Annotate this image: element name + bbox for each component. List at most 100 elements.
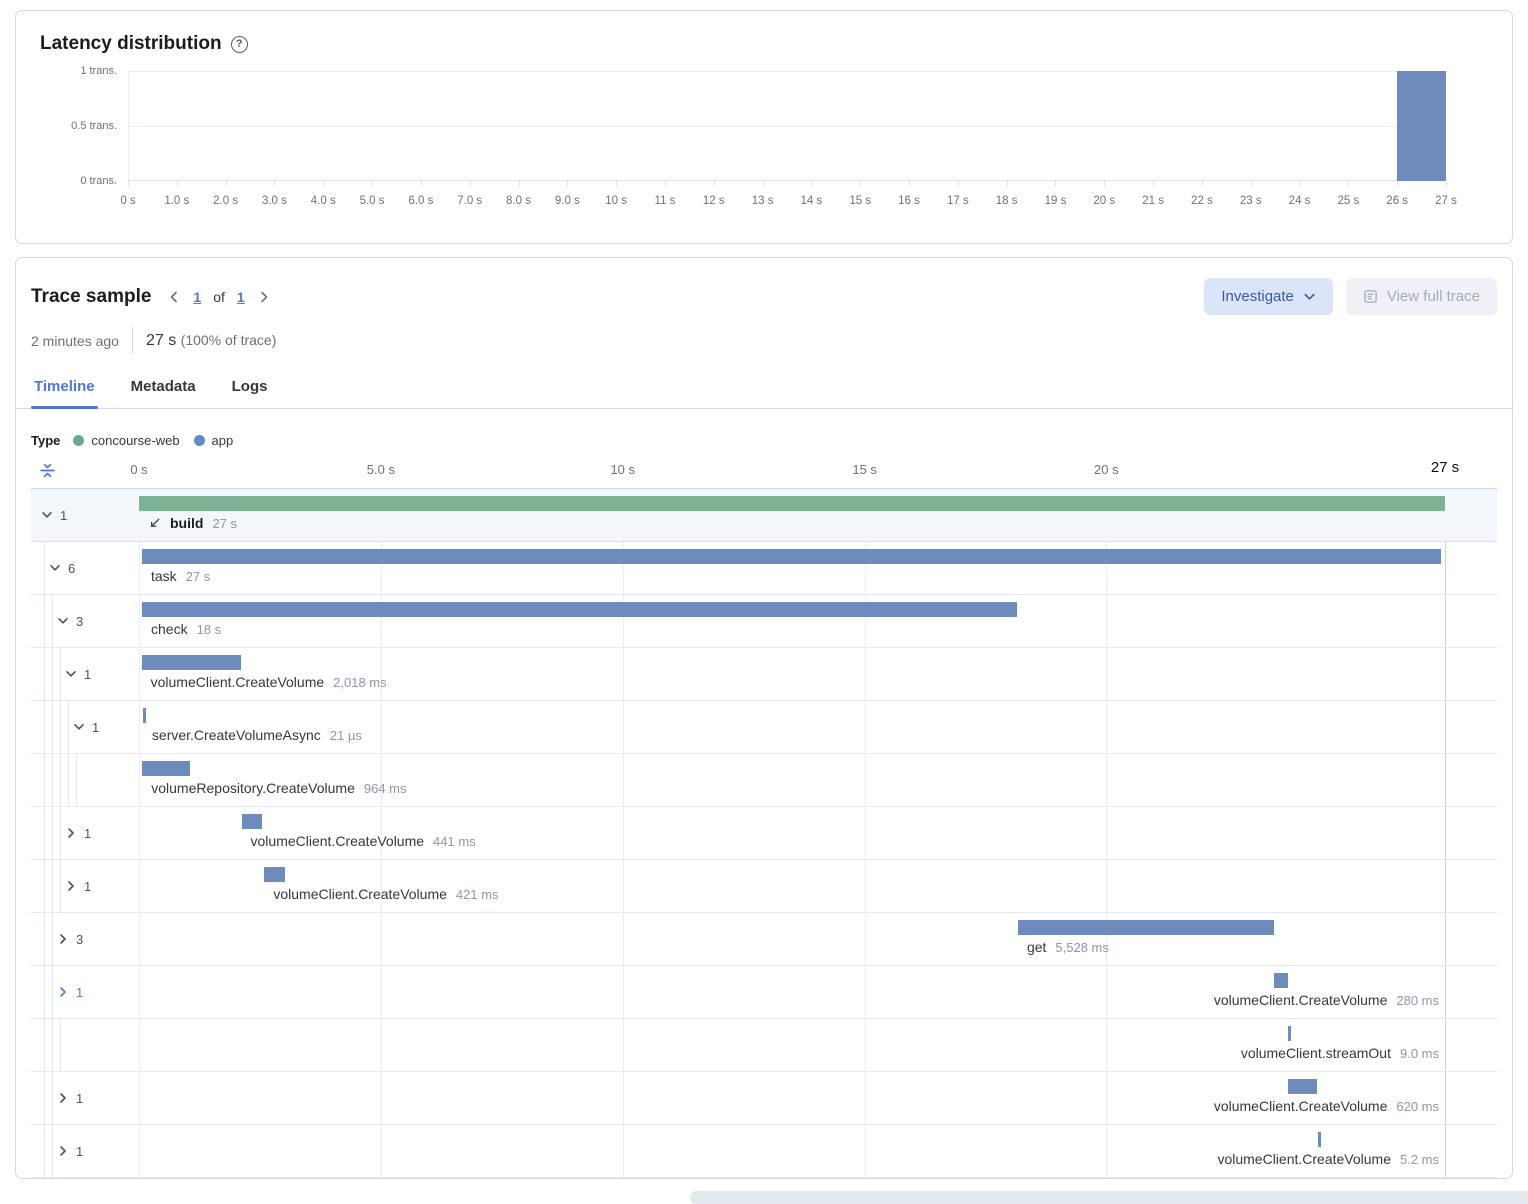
span-bar[interactable] <box>1018 920 1274 935</box>
view-full-trace-button[interactable]: View full trace <box>1346 278 1497 315</box>
x-axis-tickmark <box>274 181 275 186</box>
span-name: check <box>151 621 188 637</box>
x-axis-tickmark <box>1007 181 1008 186</box>
expand-toggle[interactable]: 3 <box>57 932 83 947</box>
span-bar[interactable] <box>1288 1026 1291 1041</box>
apm-trace-page: Latency distribution ? 1 trans. 0.5 tran… <box>0 0 1528 1204</box>
span-bar[interactable] <box>142 549 1441 564</box>
span-name: volumeRepository.CreateVolume <box>151 780 355 796</box>
tab-timeline[interactable]: Timeline <box>31 368 98 408</box>
waterfall-row: 3get5,528 ms <box>31 913 1497 966</box>
span-bar[interactable] <box>1288 1079 1317 1094</box>
span-bar[interactable] <box>142 761 190 776</box>
span-bar[interactable] <box>139 496 1445 511</box>
row-track: volumeClient.CreateVolume280 ms <box>139 966 1445 1018</box>
span-bar[interactable] <box>1274 973 1288 988</box>
row-gutter: 1 <box>31 1125 139 1177</box>
latency-x-tick-label: 11 s <box>655 195 676 207</box>
row-plot: volumeClient.CreateVolume280 ms <box>139 966 1497 1018</box>
next-sample-button[interactable] <box>257 290 271 304</box>
span-duration: 18 s <box>197 622 222 637</box>
latency-x-tick-label: 26 s <box>1386 195 1408 207</box>
span-bar[interactable] <box>142 655 241 670</box>
transaction-icon <box>148 517 161 530</box>
x-axis-tickmark <box>909 181 910 186</box>
row-plot: build27 s <box>139 489 1497 541</box>
waterfall-row: 1 volumeClient.CreateVolume441 ms <box>31 807 1497 860</box>
total-pages-link[interactable]: 1 <box>237 289 245 305</box>
indent-guide <box>60 860 61 912</box>
waterfall-row: volumeRepository.CreateVolume964 ms <box>31 754 1497 807</box>
legend-item-app[interactable]: app <box>194 433 234 448</box>
span-label: server.CreateVolumeAsync21 µs <box>152 727 362 743</box>
span-bar[interactable] <box>143 708 146 723</box>
row-plot: volumeClient.CreateVolume620 ms <box>139 1072 1497 1124</box>
expand-toggle[interactable]: 1 <box>57 985 83 1000</box>
indent-guide <box>68 754 69 806</box>
x-axis-tickmark <box>860 181 861 186</box>
indent-guide <box>44 1125 45 1177</box>
expand-toggle[interactable]: 1 <box>57 1091 83 1106</box>
x-axis-tickmark <box>372 181 373 186</box>
row-gutter: 1 <box>31 489 139 541</box>
span-duration: 5.2 ms <box>1400 1152 1439 1167</box>
histogram-bar[interactable] <box>1397 71 1446 181</box>
legend-dot <box>194 435 205 446</box>
indent-guide <box>76 754 77 806</box>
expand-toggle[interactable]: 1 <box>73 720 99 735</box>
x-axis-tickmark <box>665 181 666 186</box>
horizontal-scrollbar[interactable] <box>690 1191 1528 1204</box>
span-bar[interactable] <box>264 867 284 882</box>
row-gutter: 3 <box>31 595 139 647</box>
span-label: build27 s <box>148 515 237 531</box>
expand-toggle[interactable]: 1 <box>41 508 67 523</box>
x-axis-labels: 0 s1.0 s2.0 s3.0 s4.0 s5.0 s6.0 s7.0 s8.… <box>128 187 1446 213</box>
row-gutter: 6 <box>31 542 139 594</box>
prev-sample-button[interactable] <box>167 290 181 304</box>
latency-distribution-panel: Latency distribution ? 1 trans. 0.5 tran… <box>15 10 1513 244</box>
expand-toggle[interactable]: 1 <box>65 667 91 682</box>
collapse-all-icon[interactable] <box>39 462 56 479</box>
row-gutter <box>31 754 139 806</box>
investigate-button[interactable]: Investigate <box>1204 278 1333 315</box>
expand-toggle[interactable]: 1 <box>65 879 91 894</box>
x-axis-tickmark <box>177 181 178 186</box>
current-page-link[interactable]: 1 <box>193 289 201 305</box>
chevron-right-icon <box>57 933 69 945</box>
expand-toggle[interactable]: 1 <box>57 1144 83 1159</box>
legend-item-concourse-web[interactable]: concourse-web <box>73 433 179 448</box>
trace-duration: 27 s <box>146 332 176 349</box>
legend-item-label: app <box>212 433 234 448</box>
tab-logs[interactable]: Logs <box>229 368 271 408</box>
span-bar[interactable] <box>142 602 1017 617</box>
expand-toggle[interactable]: 1 <box>65 826 91 841</box>
waterfall-row: 6 task27 s <box>31 542 1497 595</box>
indent-guide <box>68 701 69 753</box>
child-count: 1 <box>76 985 83 1000</box>
indent-guide <box>44 807 45 859</box>
x-axis-tickmark <box>1055 181 1056 186</box>
expand-toggle[interactable]: 6 <box>49 561 75 576</box>
row-track: volumeClient.CreateVolume421 ms <box>139 860 1445 912</box>
span-name: volumeClient.CreateVolume <box>273 886 447 902</box>
legend-dot <box>73 435 84 446</box>
x-axis-tickmark <box>1397 181 1398 186</box>
span-label: check 18 s <box>151 621 221 637</box>
row-gutter: 1 <box>31 701 139 753</box>
child-count: 6 <box>68 561 75 576</box>
tab-metadata[interactable]: Metadata <box>128 368 199 408</box>
span-label: volumeClient.CreateVolume5.2 ms <box>1217 1151 1439 1167</box>
child-count: 1 <box>84 879 91 894</box>
help-icon[interactable]: ? <box>231 36 248 53</box>
latency-x-tick-label: 7.0 s <box>457 195 482 207</box>
span-label: volumeClient.CreateVolume280 ms <box>1214 992 1439 1008</box>
indent-guide <box>52 595 53 647</box>
latency-x-tick-label: 17 s <box>947 195 969 207</box>
row-track: volumeClient.CreateVolume441 ms <box>139 807 1445 859</box>
expand-toggle[interactable]: 3 <box>57 614 83 629</box>
span-label: task27 s <box>151 568 210 584</box>
span-bar[interactable] <box>1318 1132 1321 1147</box>
latency-x-tick-label: 8.0 s <box>506 195 531 207</box>
chevron-right-icon <box>57 986 69 998</box>
span-bar[interactable] <box>242 814 263 829</box>
